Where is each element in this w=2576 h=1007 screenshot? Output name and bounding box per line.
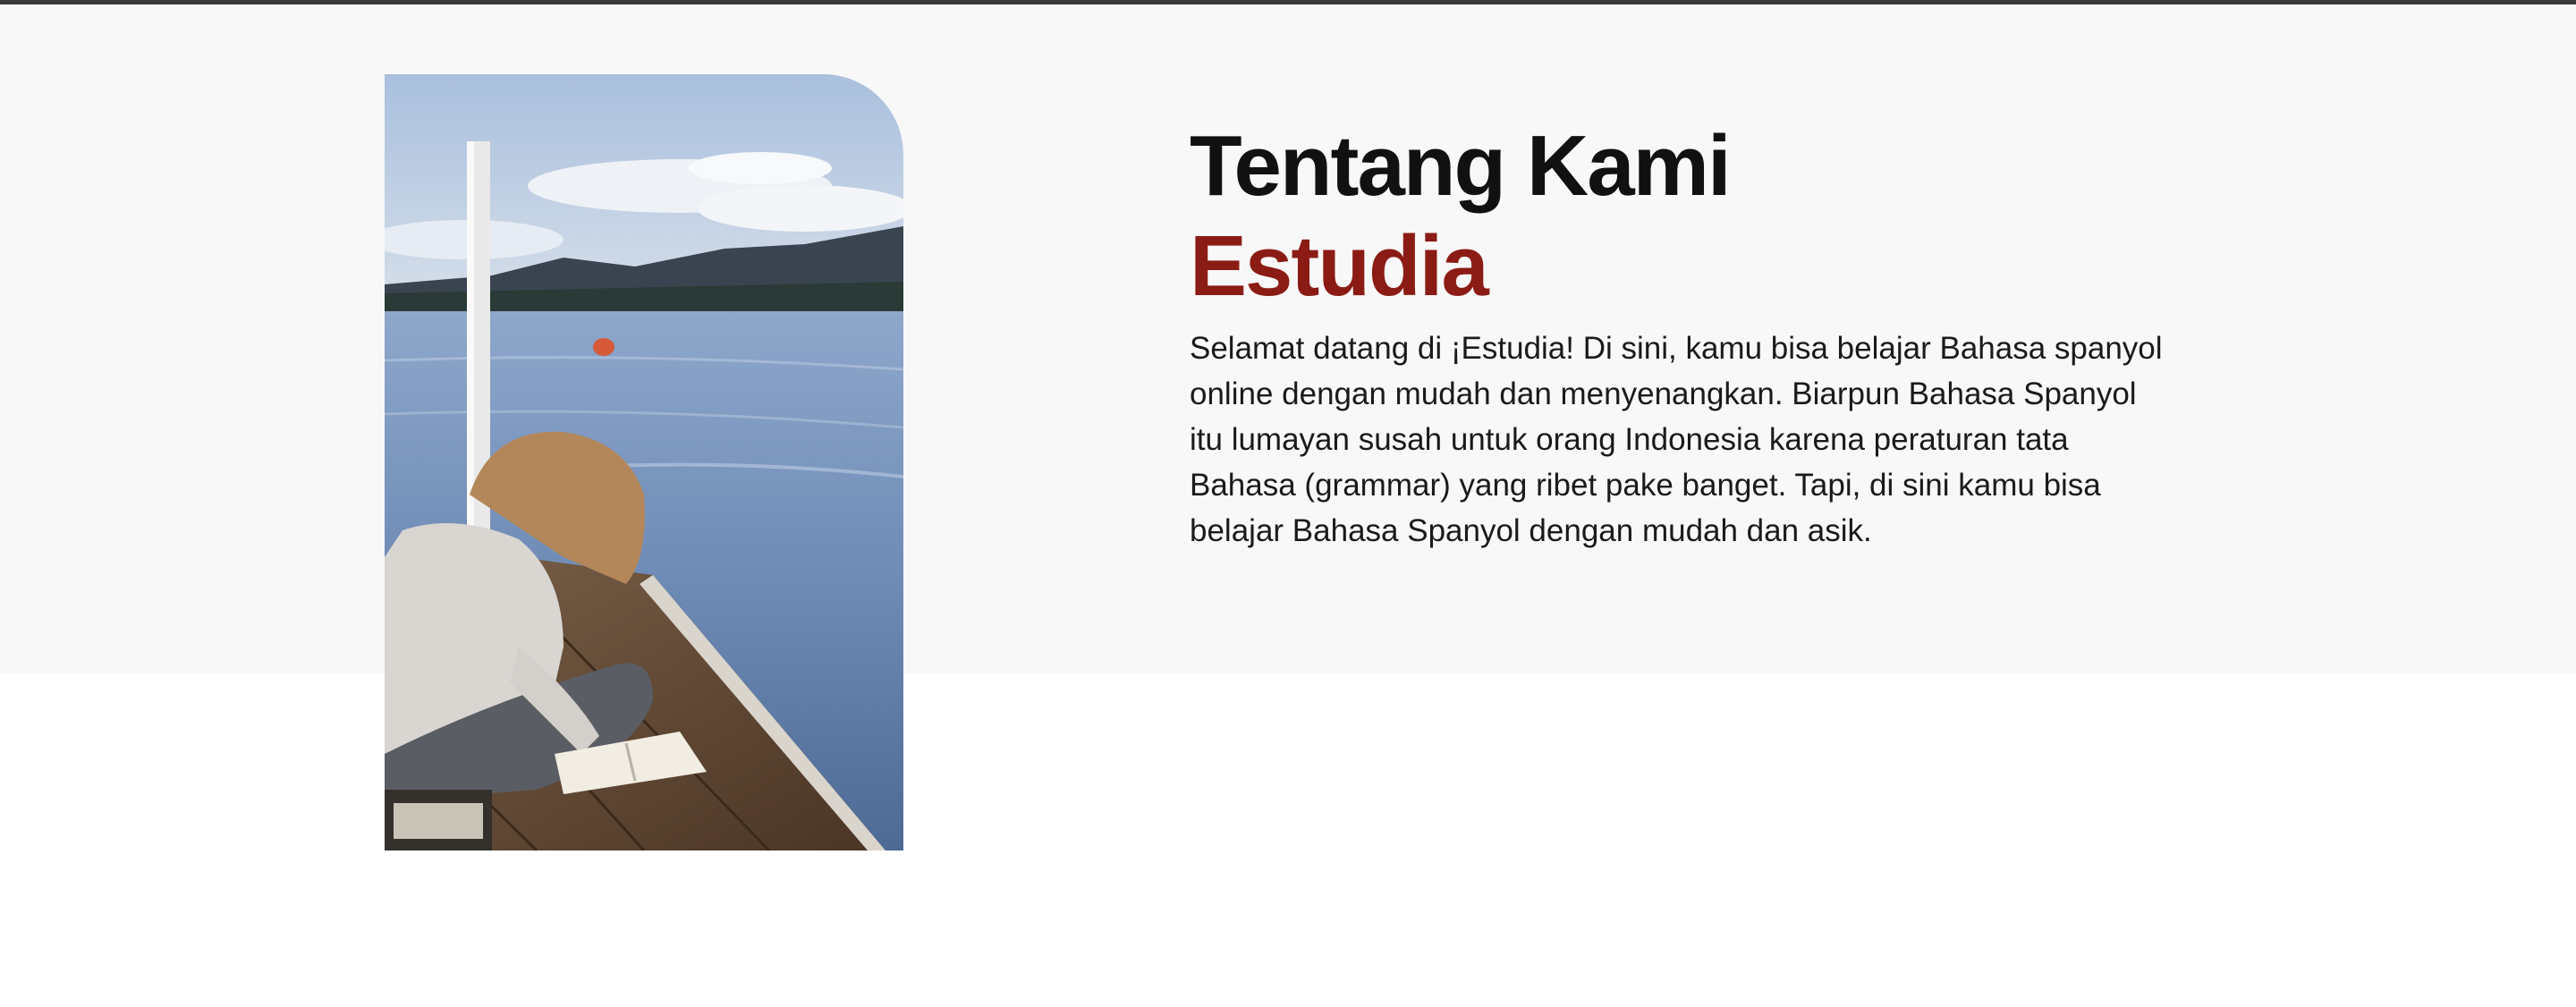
lake-pier-reading-illustration: [385, 74, 903, 850]
about-description: Selamat datang di ¡Estudia! Di sini, kam…: [1190, 331, 2163, 548]
heading-brand-name: Estudia: [1190, 218, 1489, 314]
heading-title: Tentang Kami: [1190, 118, 1732, 214]
about-content: Tentang Kami Estudia Selamat datang di ¡…: [1190, 116, 2174, 554]
about-heading: Tentang Kami Estudia: [1190, 116, 2174, 317]
about-photo: [385, 74, 903, 850]
